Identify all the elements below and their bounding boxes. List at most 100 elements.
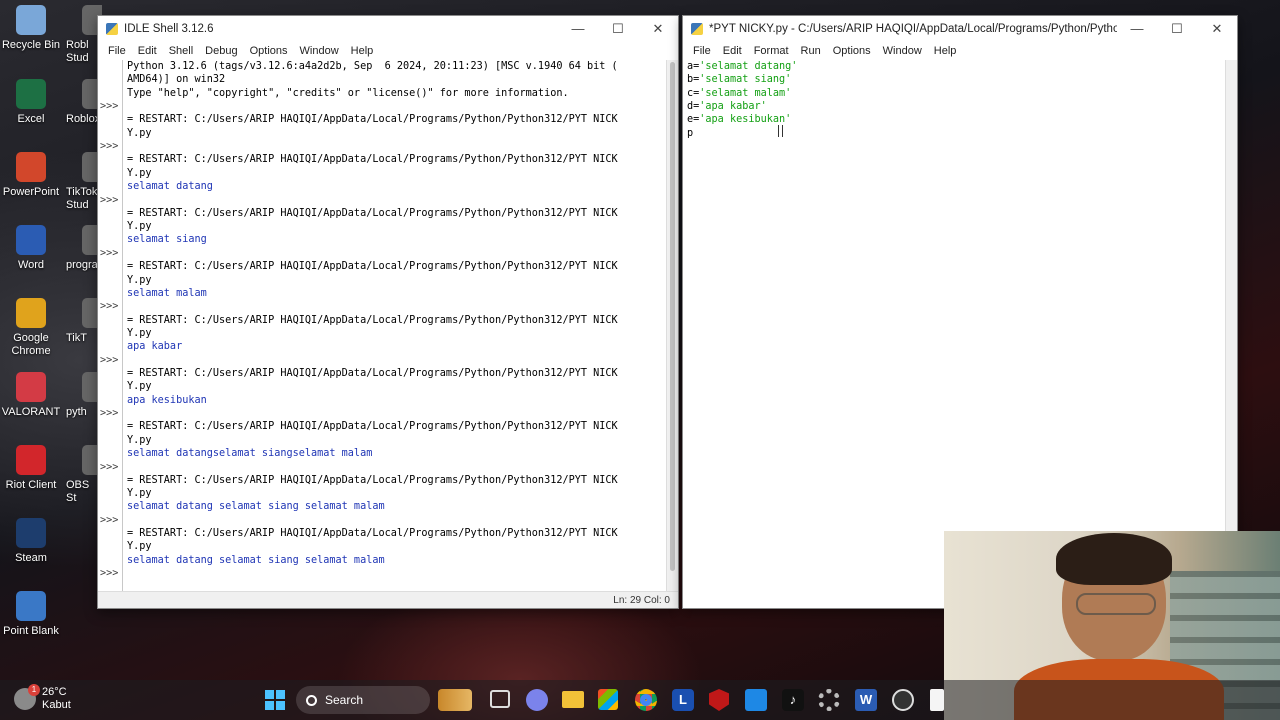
desktop-icon-recycle-bin[interactable]: Recycle Bin bbox=[0, 5, 63, 52]
chrome-icon bbox=[16, 298, 46, 328]
editor-scrollbar[interactable] bbox=[1225, 60, 1237, 608]
editor-menu-help[interactable]: Help bbox=[928, 45, 963, 57]
document-icon[interactable] bbox=[930, 689, 944, 711]
mcafee-icon[interactable] bbox=[709, 689, 729, 711]
desktop-icon-valorant[interactable]: VALORANT bbox=[0, 372, 63, 419]
editor-text-area[interactable]: a='selamat datang' b='selamat siang' c='se… bbox=[683, 60, 1225, 608]
desktop-icon-obs[interactable]: OBS St bbox=[62, 445, 102, 505]
desktop-icon-program[interactable]: progra bbox=[62, 225, 102, 272]
weather-widget[interactable]: 1 26°C Kabut bbox=[14, 684, 71, 712]
desktop-icon-label: Point Blank bbox=[3, 625, 59, 637]
shell-menubar: File Edit Shell Debug Options Window Help bbox=[98, 41, 678, 60]
word-taskbar-icon[interactable]: W bbox=[855, 689, 877, 711]
desktop-icon-label: TikTok Stud bbox=[66, 186, 98, 211]
shell-menu-edit[interactable]: Edit bbox=[132, 45, 163, 57]
start-button[interactable] bbox=[265, 690, 285, 710]
desktop-icon-steam[interactable]: Steam bbox=[0, 518, 63, 565]
shell-output-line: selamat malam bbox=[127, 287, 207, 299]
shell-line: = RESTART: C:/Users/ARIP HAQIQI/AppData/… bbox=[127, 114, 618, 126]
shell-line: Y.py bbox=[127, 167, 152, 179]
file-explorer-icon[interactable] bbox=[562, 691, 584, 708]
editor-menu-file[interactable]: File bbox=[687, 45, 717, 57]
editor-menu-format[interactable]: Format bbox=[748, 45, 795, 57]
desktop-icon-roblox[interactable]: Roblox bbox=[62, 79, 102, 126]
shell-line: Y.py bbox=[127, 221, 152, 233]
editor-menu-window[interactable]: Window bbox=[877, 45, 928, 57]
code-line: b='selamat siang' bbox=[687, 73, 797, 86]
desktop-icon-label: Riot Client bbox=[5, 479, 57, 491]
shell-menu-shell[interactable]: Shell bbox=[163, 45, 199, 57]
shell-line: Y.py bbox=[127, 381, 152, 393]
shell-menu-help[interactable]: Help bbox=[345, 45, 380, 57]
shell-prompt: >>> bbox=[100, 194, 119, 206]
shell-statusbar: Ln: 29 Col: 0 bbox=[98, 591, 678, 608]
shell-output-line: apa kesibukan bbox=[127, 394, 207, 406]
editor-window[interactable]: *PYT NICKY.py - C:/Users/ARIP HAQIQI/App… bbox=[682, 15, 1238, 609]
editor-menu-options[interactable]: Options bbox=[827, 45, 877, 57]
maximize-button[interactable]: ☐ bbox=[1157, 21, 1197, 37]
maximize-button[interactable]: ☐ bbox=[598, 21, 638, 37]
shell-menu-debug[interactable]: Debug bbox=[199, 45, 243, 57]
desktop-icon-roblox-studio[interactable]: Robl Stud bbox=[62, 5, 102, 65]
scrollbar-thumb[interactable] bbox=[670, 62, 675, 571]
desktop-icon-chrome[interactable]: Google Chrome bbox=[0, 298, 63, 358]
desktop-icon-tiktok[interactable]: TikT bbox=[62, 298, 102, 345]
shell-line: Y.py bbox=[127, 434, 152, 446]
desktop-icon-label: Steam bbox=[15, 552, 47, 564]
code-line: a='selamat datang' bbox=[687, 60, 797, 73]
shell-prompt: >>> bbox=[100, 461, 119, 473]
python-icon bbox=[106, 22, 118, 35]
point-blank-icon bbox=[16, 591, 46, 621]
search-icon bbox=[306, 694, 317, 706]
prompt-gutter: >>> >>> >>> >>> >>> >>> >>> >>> >>> >>> bbox=[98, 60, 123, 591]
idle-shell-window[interactable]: IDLE Shell 3.12.6 — ☐ ✕ File Edit Shell Deb… bbox=[97, 15, 679, 609]
task-view-icon[interactable] bbox=[490, 690, 510, 708]
desktop-icon-tiktok-studio[interactable]: TikTok Stud bbox=[62, 152, 102, 212]
shell-menu-options[interactable]: Options bbox=[244, 45, 294, 57]
editor-menu-edit[interactable]: Edit bbox=[717, 45, 748, 57]
desktop-icon-point-blank[interactable]: Point Blank bbox=[0, 591, 63, 638]
desktop-icon-powerpoint[interactable]: PowerPoint bbox=[0, 152, 63, 199]
desktop-icon-label: Recycle Bin bbox=[1, 39, 61, 51]
desktop-icon-python[interactable]: pyth bbox=[62, 372, 102, 419]
shell-scrollbar[interactable] bbox=[666, 60, 678, 591]
shell-text-area[interactable]: >>> >>> >>> >>> >>> >>> >>> >>> >>> >>> Python 3.… bbox=[98, 60, 666, 591]
store-icon[interactable] bbox=[598, 689, 618, 710]
desktop-icon-excel[interactable]: Excel bbox=[0, 79, 63, 126]
shell-line: = RESTART: C:/Users/ARIP HAQIQI/AppData/… bbox=[127, 474, 618, 486]
close-button[interactable]: ✕ bbox=[1197, 21, 1237, 37]
minimize-button[interactable]: — bbox=[1117, 21, 1157, 36]
chrome-taskbar-icon[interactable] bbox=[635, 689, 657, 711]
shell-line: Y.py bbox=[127, 274, 152, 286]
shell-menu-file[interactable]: File bbox=[102, 45, 132, 57]
desktop-icon-riot-client[interactable]: Riot Client bbox=[0, 445, 63, 492]
code-string: 'selamat malam' bbox=[699, 87, 792, 99]
shell-titlebar[interactable]: IDLE Shell 3.12.6 — ☐ ✕ bbox=[98, 16, 678, 41]
desktop-icon-word[interactable]: Word bbox=[0, 225, 63, 272]
l-app-icon[interactable]: L bbox=[672, 689, 694, 711]
editor-menu-run[interactable]: Run bbox=[795, 45, 827, 57]
teams-icon[interactable] bbox=[526, 689, 548, 711]
minimize-button[interactable]: — bbox=[558, 21, 598, 36]
shell-prompt: >>> bbox=[100, 514, 119, 526]
search-box[interactable]: Search bbox=[296, 686, 430, 714]
recycle-bin-icon bbox=[16, 5, 46, 35]
app-blue-icon[interactable] bbox=[745, 689, 767, 711]
shell-output[interactable]: Python 3.12.6 (tags/v3.12.6:a4a2d2b, Sep… bbox=[127, 60, 664, 580]
shell-title: IDLE Shell 3.12.6 bbox=[124, 22, 214, 35]
shell-output-line: selamat datang selamat siang selamat mal… bbox=[127, 554, 385, 566]
obs-taskbar-icon[interactable] bbox=[892, 689, 914, 711]
person-hair bbox=[1056, 533, 1172, 585]
settings-icon[interactable] bbox=[818, 689, 840, 711]
tiktok-taskbar-icon[interactable]: ♪ bbox=[782, 689, 804, 711]
editor-titlebar[interactable]: *PYT NICKY.py - C:/Users/ARIP HAQIQI/App… bbox=[683, 16, 1237, 41]
shell-line: = RESTART: C:/Users/ARIP HAQIQI/AppData/… bbox=[127, 421, 618, 433]
riot-client-icon bbox=[16, 445, 46, 475]
shell-menu-window[interactable]: Window bbox=[294, 45, 345, 57]
code-variable: a= bbox=[687, 61, 700, 72]
close-button[interactable]: ✕ bbox=[638, 21, 678, 37]
search-highlight-icon[interactable] bbox=[438, 689, 472, 711]
